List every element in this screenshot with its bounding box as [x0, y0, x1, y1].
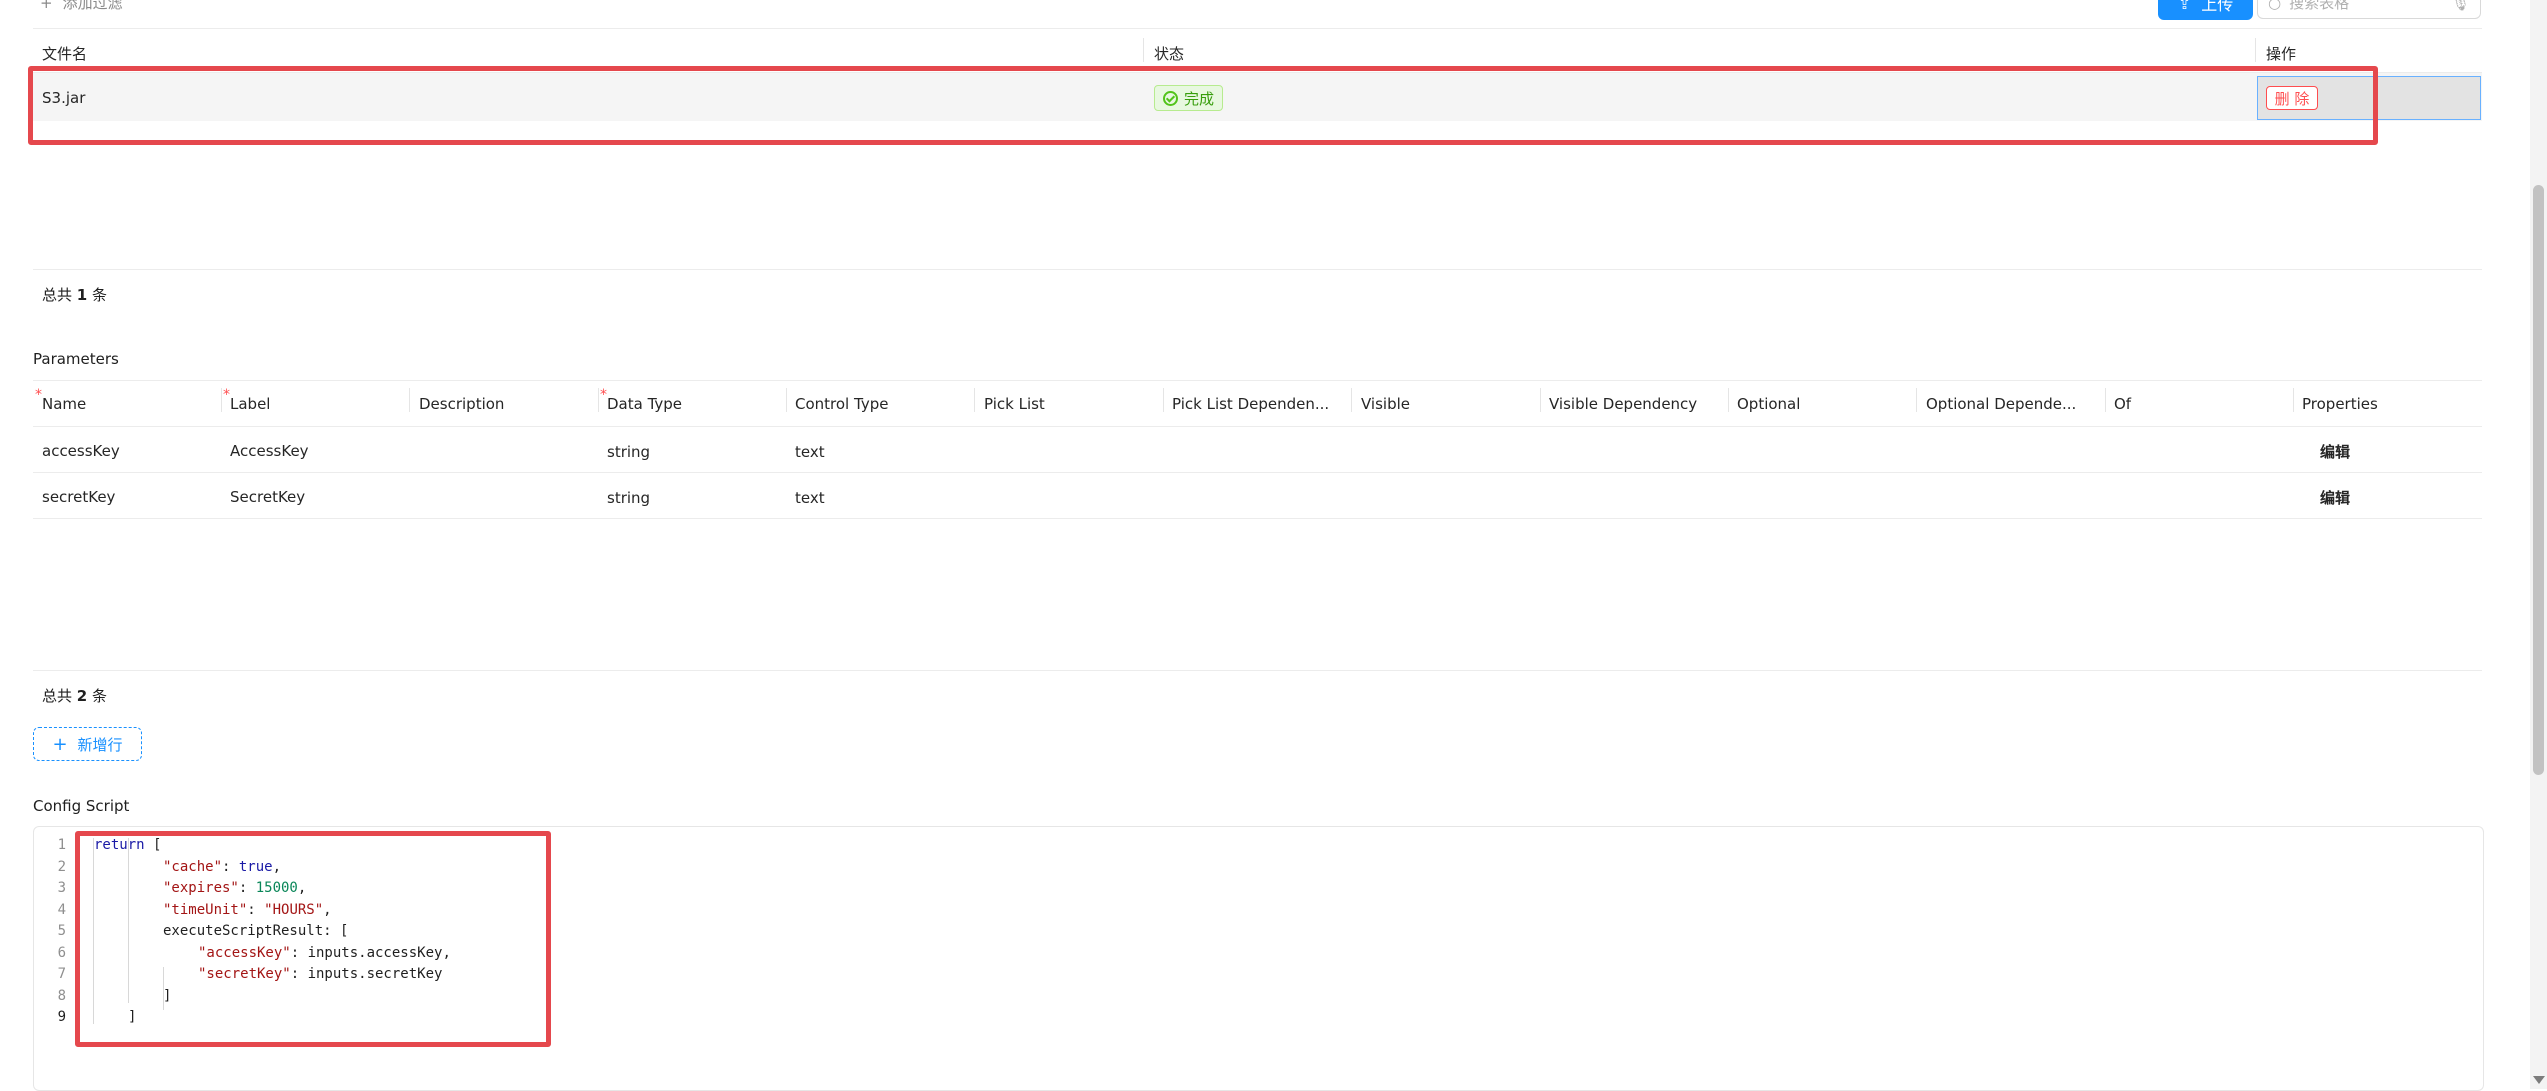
search-icon: ○ — [2268, 0, 2282, 12]
param-data-type-cell[interactable]: string — [607, 443, 650, 461]
parameters-total: 总共 2 条 — [42, 685, 107, 706]
header-status: 状态 — [1154, 45, 1185, 63]
line-number: 2 — [57, 859, 66, 875]
microphone-icon[interactable]: 🎙 — [2451, 0, 2470, 12]
header-of: Of — [2114, 395, 2132, 413]
scroll-down-arrow-icon[interactable] — [2533, 1076, 2545, 1084]
column-divider — [1351, 388, 1352, 412]
total-count: 1 — [76, 286, 88, 304]
line-number: 9 — [57, 1009, 66, 1025]
edit-button[interactable]: 编辑 — [2320, 487, 2350, 508]
param-control-type-cell[interactable]: text — [795, 443, 825, 461]
highlight-box-code — [75, 831, 551, 1047]
total-prefix: 总共 — [42, 286, 73, 304]
header-data-type: Data Type — [600, 387, 682, 413]
config-script-title: Config Script — [33, 797, 130, 815]
column-divider — [221, 388, 222, 412]
line-number: 6 — [57, 945, 66, 961]
header-visible-dependency: Visible Dependency — [1549, 395, 1698, 413]
total-suffix: 条 — [92, 286, 108, 304]
param-control-type-cell[interactable]: text — [795, 489, 825, 507]
param-name-cell[interactable]: secretKey — [42, 488, 115, 506]
column-divider — [598, 388, 599, 412]
upload-button[interactable]: ⇪ 上传 — [2158, 0, 2253, 20]
plus-icon: + — [52, 733, 68, 755]
header-name: Name — [35, 387, 86, 413]
table-footer-border — [33, 670, 2482, 671]
upload-icon: ⇪ — [2177, 0, 2192, 13]
header-visible: Visible — [1361, 395, 1410, 413]
line-number: 8 — [57, 988, 66, 1004]
column-divider — [1916, 388, 1917, 412]
line-number: 4 — [57, 902, 66, 918]
column-divider — [1143, 38, 1144, 62]
line-number: 5 — [57, 923, 66, 939]
total-count: 2 — [76, 687, 88, 705]
line-number: 3 — [57, 880, 66, 896]
header-file-name: 文件名 — [42, 45, 88, 63]
highlight-box-file-row — [28, 66, 2378, 145]
add-row-label: 新增行 — [77, 735, 123, 754]
row-border — [33, 472, 2482, 473]
files-total: 总共 1 条 — [42, 284, 107, 305]
column-divider — [1540, 388, 1541, 412]
header-pick-list-dependency: Pick List Dependen... — [1172, 395, 1330, 413]
header-bottom-border — [33, 426, 2482, 427]
param-label-cell[interactable]: AccessKey — [230, 442, 309, 460]
header-control-type: Control Type — [795, 395, 889, 413]
header-pick-list: Pick List — [984, 395, 1045, 413]
column-divider — [2105, 388, 2106, 412]
table-top-border — [33, 380, 2482, 381]
header-actions: 操作 — [2266, 45, 2297, 63]
column-divider — [974, 388, 975, 412]
column-divider — [2293, 388, 2294, 412]
edit-button[interactable]: 编辑 — [2320, 441, 2350, 462]
search-placeholder: 搜索表格 — [2289, 0, 2350, 12]
parameters-title: Parameters — [33, 350, 119, 368]
line-number: 1 — [57, 837, 66, 853]
header-properties: Properties — [2302, 395, 2378, 413]
header-optional: Optional — [1737, 395, 1801, 413]
header-label: Label — [223, 387, 271, 413]
add-row-button[interactable]: + 新增行 — [33, 727, 142, 761]
column-divider — [786, 388, 787, 412]
param-label-cell[interactable]: SecretKey — [230, 488, 305, 506]
upload-label: 上传 — [2201, 0, 2234, 14]
line-number: 7 — [57, 966, 66, 982]
column-divider — [2255, 38, 2256, 62]
add-filter-button[interactable]: + 添加过滤 — [40, 0, 123, 13]
total-prefix: 总共 — [42, 687, 73, 705]
table-top-border — [33, 28, 2482, 29]
search-input[interactable]: ○ 搜索表格 🎙 — [2257, 0, 2481, 19]
column-divider — [1728, 388, 1729, 412]
plus-icon: + — [40, 0, 53, 12]
table-footer-border — [33, 269, 2482, 270]
total-suffix: 条 — [92, 687, 108, 705]
header-description: Description — [419, 395, 505, 413]
column-divider — [1163, 388, 1164, 412]
row-border — [33, 518, 2482, 519]
header-optional-dependency: Optional Depende... — [1926, 395, 2077, 413]
column-divider — [409, 388, 410, 412]
param-data-type-cell[interactable]: string — [607, 489, 650, 507]
scrollbar-thumb[interactable] — [2533, 185, 2544, 775]
param-name-cell[interactable]: accessKey — [42, 442, 120, 460]
add-filter-label: 添加过滤 — [62, 0, 123, 12]
